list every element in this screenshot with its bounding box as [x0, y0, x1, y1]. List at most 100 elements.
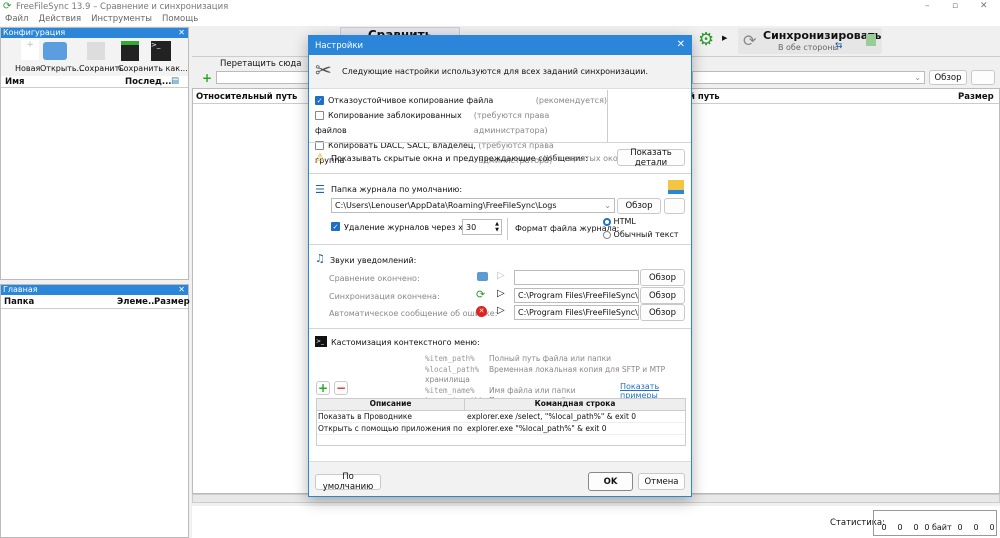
- sound-sync-browse[interactable]: Обзор: [640, 287, 685, 304]
- play-compare-button[interactable]: ▷: [497, 270, 505, 281]
- title-bar: ⟳ FreeFileSync 13.9 – Сравнение и синхро…: [0, 0, 1000, 14]
- spinner-arrows[interactable]: ▲ ▼: [495, 221, 501, 233]
- intro-text: Следующие настройки используются для все…: [342, 67, 649, 76]
- open-config-icon[interactable]: [43, 42, 67, 60]
- remove-command-button[interactable]: −: [334, 381, 348, 395]
- stat-create-left: 0: [881, 523, 887, 532]
- config-panel-header: Конфигурация ✕: [1, 28, 188, 38]
- left-folder-input[interactable]: [216, 71, 316, 84]
- sound-error-input[interactable]: C:\Program Files\FreeFileSync\Resources\…: [514, 305, 639, 320]
- row-description[interactable]: Показать в Проводнике: [317, 411, 465, 422]
- menu-tools[interactable]: Инструменты: [91, 14, 152, 26]
- stat-update-left: 0: [897, 523, 903, 532]
- row-command[interactable]: explorer.exe /select, "%local_path%" & e…: [465, 411, 685, 422]
- column-last[interactable]: Послед...: [125, 77, 172, 87]
- column-relative-path[interactable]: Относительный путь: [196, 92, 297, 102]
- add-command-button[interactable]: +: [316, 381, 330, 395]
- statistics-box: 0 0 0 0 байт 0 0 0: [873, 510, 997, 536]
- ok-button[interactable]: OK: [588, 472, 633, 491]
- locked-files-note: (требуются права администратора): [473, 111, 550, 135]
- open-config-button[interactable]: Открыть...: [40, 64, 84, 73]
- play-sync-button[interactable]: ▷: [497, 288, 505, 299]
- play-error-button[interactable]: ▷: [497, 305, 505, 316]
- row-command[interactable]: explorer.exe "%local_path%" & exit 0: [465, 423, 685, 434]
- log-folder-input[interactable]: C:\Users\Lenouser\AppData\Roaming\FreeFi…: [331, 198, 615, 213]
- log-icon: ☰: [315, 183, 325, 196]
- open-log-folder-icon[interactable]: [668, 180, 684, 194]
- column-size[interactable]: Размер: [958, 92, 994, 102]
- save-as-button[interactable]: Сохранить как...: [118, 64, 188, 73]
- macro-name: %item_path%: [425, 354, 475, 363]
- music-note-icon: ♫: [315, 252, 325, 265]
- warning-icon: ⚠: [315, 151, 325, 164]
- add-folder-pair-icon[interactable]: +: [202, 71, 212, 85]
- sound-compare-input[interactable]: [514, 270, 639, 285]
- log-browse-button[interactable]: Обзор: [617, 198, 661, 214]
- column-size[interactable]: Размер: [154, 297, 190, 307]
- save-as-icon[interactable]: [121, 41, 139, 61]
- close-icon[interactable]: ✕: [178, 285, 185, 294]
- locked-files-checkbox[interactable]: [315, 111, 324, 120]
- close-button[interactable]: ✕: [980, 1, 988, 11]
- sound-error-label: Автоматическое сообщение об ошибке:: [329, 309, 498, 318]
- sound-sync-input[interactable]: C:\Program Files\FreeFileSync\Resources\…: [514, 288, 639, 303]
- sync-button[interactable]: ⟳ Синхронизировать В обе стороны ⇆: [738, 28, 882, 54]
- column-name[interactable]: Имя: [5, 77, 25, 87]
- column-relative-path-right[interactable]: й путь: [689, 92, 720, 102]
- right-folder-input[interactable]: ⌄: [692, 71, 925, 84]
- dialog-close-button[interactable]: ✕: [677, 39, 685, 50]
- delete-logs-checkbox[interactable]: ✓: [331, 222, 344, 232]
- minimize-button[interactable]: –: [925, 1, 930, 11]
- option-locked-files[interactable]: Копирование заблокированных файлов (требу…: [315, 108, 607, 138]
- menu-actions[interactable]: Действия: [38, 14, 81, 26]
- failsafe-checkbox[interactable]: ✓: [315, 96, 324, 105]
- context-menu-label: Кастомизация контекстного меню:: [331, 338, 480, 347]
- column-description[interactable]: Описание: [317, 399, 465, 410]
- save-as-batch-icon[interactable]: >_: [151, 41, 171, 61]
- menu-help[interactable]: Помощь: [162, 14, 198, 26]
- log-format-html-radio[interactable]: HTML: [603, 217, 636, 226]
- sync-both-arrows-icon: ⇆: [835, 41, 843, 51]
- chevron-down-icon[interactable]: ⌄: [604, 201, 614, 210]
- divider: [309, 142, 691, 143]
- vertical-divider: [507, 218, 508, 240]
- menu-file[interactable]: Файл: [5, 14, 28, 26]
- log-cloud-button[interactable]: [664, 198, 685, 214]
- column-folder[interactable]: Папка: [4, 297, 34, 307]
- option-failsafe[interactable]: ✓ Отказоустойчивое копирование файла (реко…: [315, 93, 607, 108]
- vertical-divider: [607, 90, 608, 142]
- sync-variant-icon: [866, 34, 876, 46]
- log-folder-value: C:\Users\Lenouser\AppData\Roaming\FreeFi…: [335, 201, 557, 210]
- right-cloud-button[interactable]: [971, 70, 995, 85]
- config-columns: Имя Послед... ▤: [1, 76, 188, 88]
- row-description[interactable]: Открыть с помощью приложения по умолчани…: [317, 423, 465, 434]
- defaults-button[interactable]: По умолчанию: [315, 472, 381, 492]
- table-row[interactable]: Открыть с помощью приложения по умолчани…: [317, 423, 685, 435]
- sync-settings-gear-icon[interactable]: ⚙: [698, 29, 714, 50]
- column-config-icon[interactable]: ▤: [171, 76, 179, 86]
- divider: [309, 328, 691, 329]
- show-details-button[interactable]: Показать детали: [617, 148, 685, 168]
- new-config-icon[interactable]: +: [21, 40, 39, 60]
- failsafe-note: (рекомендуется): [535, 96, 607, 105]
- sync-mode-label: В обе стороны: [778, 43, 839, 52]
- status-bar: Статистика: 0000 байт 0 0 0: [192, 506, 1000, 538]
- macro-name: %local_path%: [425, 364, 480, 374]
- sync-dropdown-arrow[interactable]: ▶: [722, 34, 727, 42]
- log-format-text-radio[interactable]: Обычный текст: [603, 230, 679, 239]
- column-items[interactable]: Элеме...: [117, 297, 158, 307]
- right-browse-button[interactable]: Обзор: [929, 70, 967, 85]
- sound-error-browse[interactable]: Обзор: [640, 304, 685, 321]
- close-icon[interactable]: ✕: [178, 28, 185, 37]
- save-config-icon[interactable]: [87, 42, 105, 60]
- stat-delete-right: 0: [957, 523, 963, 532]
- table-row[interactable]: Показать в Проводнике explorer.exe /sele…: [317, 411, 685, 423]
- new-config-button[interactable]: Новая: [15, 64, 40, 73]
- sound-compare-browse[interactable]: Обзор: [640, 269, 685, 286]
- sound-path: C:\Program Files\FreeFileSync\Resources\…: [518, 308, 638, 317]
- column-command[interactable]: Командная строка: [465, 399, 685, 410]
- delete-logs-days-spinner[interactable]: 30 ▲ ▼: [462, 219, 502, 235]
- maximize-button[interactable]: ▫: [952, 1, 958, 11]
- cancel-button[interactable]: Отмена: [638, 473, 685, 490]
- sound-sync-label: Синхронизация окончена:: [329, 292, 440, 301]
